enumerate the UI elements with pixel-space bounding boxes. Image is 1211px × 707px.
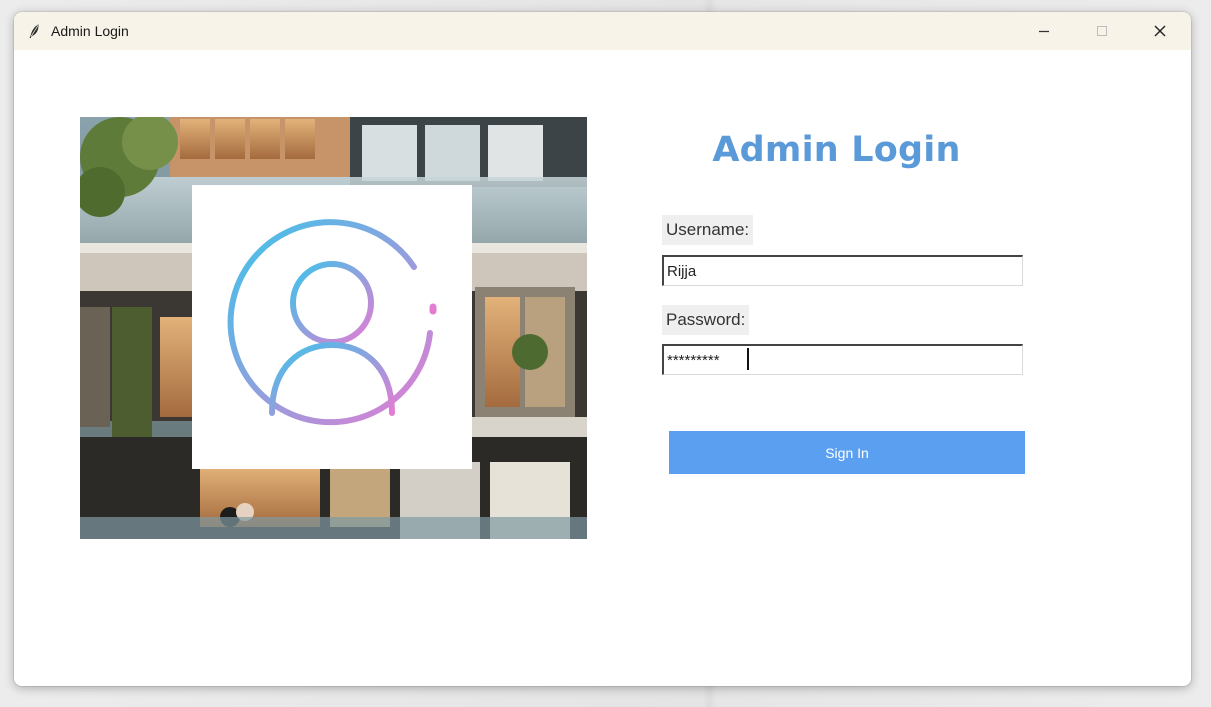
user-avatar-icon [227,219,437,426]
maximize-button[interactable] [1073,12,1131,50]
avatar-card [192,185,472,469]
username-field[interactable] [662,255,1023,286]
page-title: Admin Login [712,130,961,170]
client-area: Admin Login Username: Password: Sign In [14,50,1191,686]
window-title: Admin Login [51,23,129,39]
password-field[interactable] [662,344,1023,375]
close-icon [1154,25,1166,37]
minimize-button[interactable] [1015,12,1073,50]
maximize-icon [1097,26,1107,36]
password-label: Password: [662,305,750,335]
username-label: Username: [662,215,754,245]
title-bar[interactable]: Admin Login [14,12,1191,50]
login-window: Admin Login Admin Login Username: Rijja … [14,12,1191,686]
minimize-icon [1039,30,1049,33]
building-photo [80,117,587,539]
text-caret [747,348,749,370]
close-button[interactable] [1131,12,1189,50]
feather-icon [29,24,39,38]
sign-in-button[interactable]: Sign In [669,431,1025,474]
